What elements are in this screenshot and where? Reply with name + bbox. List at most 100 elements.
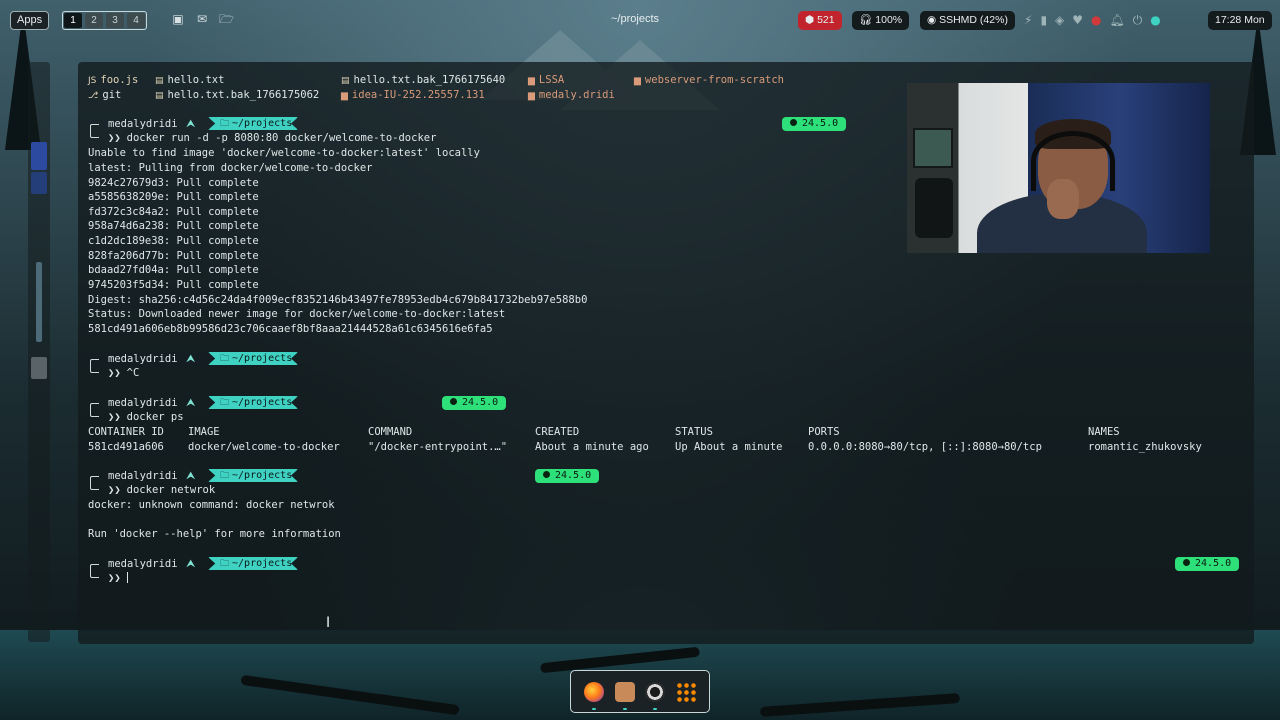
column-header: CREATED xyxy=(535,426,580,438)
column-header: STATUS xyxy=(675,426,713,438)
package-icon: ⬢ xyxy=(805,14,815,26)
output-line: a5585638209e: Pull complete xyxy=(88,191,259,203)
workspace-2[interactable]: 2 xyxy=(85,13,103,28)
command-line: ❯❯ docker ps xyxy=(108,411,184,423)
bottom-dock xyxy=(570,670,710,713)
prompt-path: 🗀 ~/projects xyxy=(208,557,299,570)
table-cell: About a minute ago xyxy=(535,441,649,453)
table-cell: romantic_zhukovsky xyxy=(1088,441,1202,453)
ls-entry: ▤ hello.txt.bak_1766175640 xyxy=(341,74,506,86)
clock[interactable]: 17:28 Mon xyxy=(1208,11,1272,30)
git-icon: ⎇ xyxy=(88,91,99,101)
chart-icon[interactable]: ▮ xyxy=(1040,13,1047,27)
dock-item[interactable] xyxy=(31,142,47,170)
command-input[interactable]: ❯❯ xyxy=(108,571,128,585)
output-line: 828fa206d77b: Pull complete xyxy=(88,250,259,262)
workspace-1[interactable]: 1 xyxy=(64,13,82,28)
output-line: 581cd491a606eb8b99586d23c706caaef8bf8aaa… xyxy=(88,323,493,335)
top-bar: Apps 1 2 3 4 ▣ ✉ 🗁 ~/projects ⬢ 521 🎧︎ 1… xyxy=(0,0,1280,40)
table-cell: "/docker-entrypoint.…" xyxy=(368,441,508,453)
folder-icon: ▆ xyxy=(341,91,348,101)
heart-icon[interactable]: ♥ xyxy=(1072,13,1083,27)
folder-icon: ▆ xyxy=(634,76,641,86)
prompt-corner xyxy=(90,476,99,490)
arch-icon: ⮝ xyxy=(186,352,196,365)
side-dock xyxy=(28,62,50,642)
output-line: c1d2dc189e38: Pull complete xyxy=(88,235,259,247)
output-line: fd372c3c84a2: Pull complete xyxy=(88,206,259,218)
dock-item[interactable] xyxy=(31,172,47,194)
output-line: bdaad27fd04a: Pull complete xyxy=(88,264,259,276)
ls-entry: ▤ hello.txt xyxy=(155,74,225,86)
bolt-icon[interactable]: ⚡ xyxy=(1024,13,1032,27)
file-icon: ▤ xyxy=(155,91,164,101)
folder-icon: 🗀 xyxy=(220,559,230,569)
chevron-icon: ❯❯ xyxy=(108,411,121,423)
node-icon xyxy=(543,471,550,478)
dock-item[interactable] xyxy=(31,357,47,379)
output-line: Unable to find image 'docker/welcome-to-… xyxy=(88,147,480,159)
prompt-corner xyxy=(90,124,99,138)
volume-indicator[interactable]: 🎧︎ 100% xyxy=(852,11,910,30)
command-line: ❯❯ docker netwrok xyxy=(108,484,216,496)
terminal-icon[interactable]: ▣ xyxy=(171,13,185,26)
workspace-3[interactable]: 3 xyxy=(106,13,124,28)
arch-icon: ⮝ xyxy=(186,557,196,570)
bell-icon[interactable]: 🔔︎ xyxy=(1110,13,1125,27)
mail-icon[interactable]: ✉ xyxy=(195,13,209,26)
ls-entry: ▆ idea-IU-252.25557.131 xyxy=(341,89,485,101)
prompt-path: 🗀 ~/projects xyxy=(208,352,299,365)
output-line: 9745203f5d34: Pull complete xyxy=(88,279,259,291)
node-version-badge: 24.5.0 xyxy=(1175,557,1240,571)
chevron-icon: ❯❯ xyxy=(108,572,121,584)
app-grid-icon[interactable] xyxy=(675,681,696,702)
wifi-icon: ◉ xyxy=(927,14,937,26)
output-line: 9824c27679d3: Pull complete xyxy=(88,177,259,189)
running-indicator xyxy=(592,707,597,710)
output-line: docker: unknown command: docker netwrok xyxy=(88,499,335,511)
background-chair xyxy=(915,178,953,238)
table-cell: docker/welcome-to-docker xyxy=(188,441,340,453)
wifi-value: SSHMD (42%) xyxy=(939,14,1008,26)
folder-icon[interactable]: 🗁 xyxy=(219,13,234,26)
wifi-indicator[interactable]: ◉ SSHMD (42%) xyxy=(920,11,1015,30)
column-header: COMMAND xyxy=(368,426,413,438)
prompt-user: medalydridi xyxy=(108,118,178,130)
firefox-icon[interactable] xyxy=(584,681,605,710)
power-icon[interactable]: ⏻ xyxy=(1133,13,1143,27)
obs-icon[interactable] xyxy=(645,681,666,710)
output-line: latest: Pulling from docker/welcome-to-d… xyxy=(88,162,373,174)
headphones-icon: 🎧︎ xyxy=(859,14,873,26)
person-hand xyxy=(1047,179,1079,219)
prompt-user: medalydridi xyxy=(108,558,178,570)
terminal-app-icon[interactable] xyxy=(614,681,635,710)
prompt-path: 🗀 ~/projects xyxy=(208,117,299,130)
ls-entry: ⎇ git xyxy=(88,89,122,101)
volume-value: 100% xyxy=(875,14,903,26)
output-line: Run 'docker --help' for more information xyxy=(88,528,341,540)
chevron-icon: ❯❯ xyxy=(108,132,121,144)
prompt-path: 🗀 ~/projects xyxy=(208,396,299,409)
prompt-corner xyxy=(90,564,99,578)
folder-icon: 🗀 xyxy=(220,354,230,364)
workspace-switcher: 1 2 3 4 xyxy=(62,11,147,30)
node-version-badge: 24.5.0 xyxy=(782,117,847,131)
workspace-4[interactable]: 4 xyxy=(127,13,145,28)
table-cell: 581cd491a606 xyxy=(88,441,164,453)
webcam-overlay[interactable] xyxy=(907,83,1210,253)
apps-button[interactable]: Apps xyxy=(10,11,50,30)
ls-entry: JS foo.js xyxy=(88,74,139,86)
column-header: PORTS xyxy=(808,426,840,438)
dock-scrollbar[interactable] xyxy=(36,262,42,342)
column-header: CONTAINER ID xyxy=(88,426,164,438)
layers-icon[interactable]: ◈ xyxy=(1055,13,1064,27)
arch-icon: ⮝ xyxy=(186,469,196,482)
app-tray-icon[interactable]: ● xyxy=(1091,13,1101,27)
ls-entry: ▆ medaly.dridi xyxy=(528,89,615,101)
prompt-corner xyxy=(90,359,99,373)
folder-icon: ▆ xyxy=(528,91,535,101)
status-icon[interactable]: ● xyxy=(1150,13,1160,27)
output-line: Status: Downloaded newer image for docke… xyxy=(88,308,506,320)
notification-badge[interactable]: ⬢ 521 xyxy=(798,11,842,30)
arch-icon: ⮝ xyxy=(186,117,196,130)
